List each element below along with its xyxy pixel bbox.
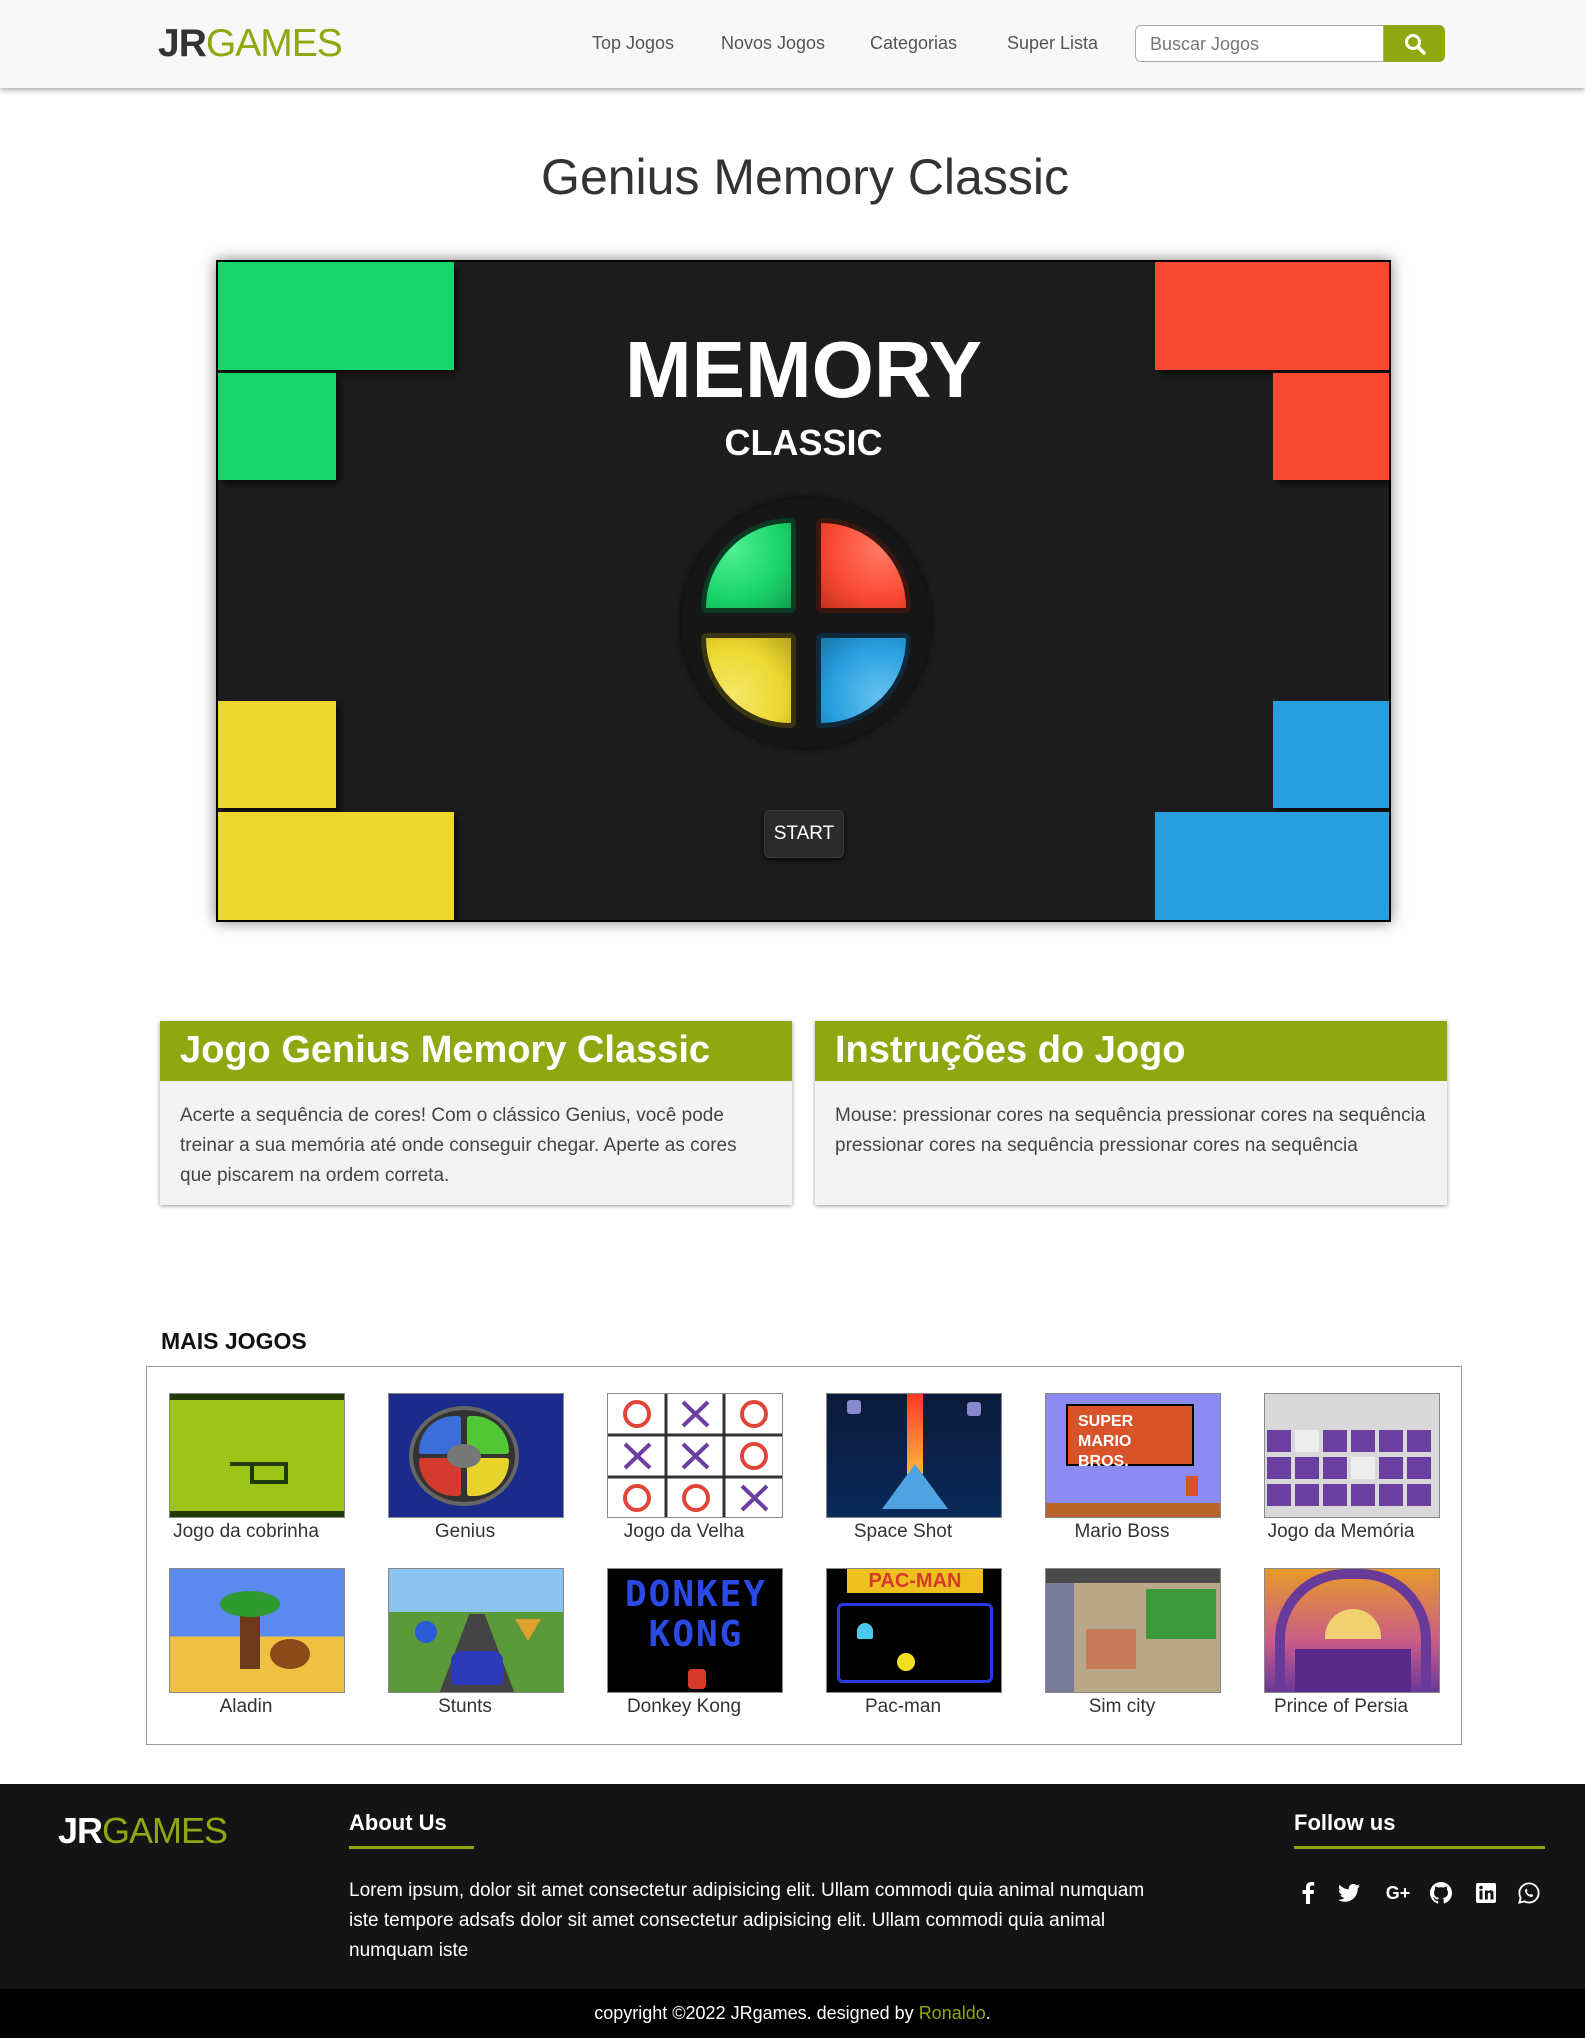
whatsapp-icon[interactable] xyxy=(1516,1880,1542,1906)
about-us-text: Lorem ipsum, dolor sit amet consectetur … xyxy=(349,1880,1145,1961)
game-label-donkey-kong[interactable]: Donkey Kong xyxy=(584,1696,784,1718)
footer-logo[interactable]: JRGAMES xyxy=(58,1810,228,1852)
footer-logo-games-text: GAMES xyxy=(102,1810,228,1851)
more-games-grid: Jogo da cobrinha Genius Jogo da Velha Sp… xyxy=(146,1366,1462,1745)
twitter-icon[interactable] xyxy=(1336,1880,1362,1906)
game-label-aladin[interactable]: Aladin xyxy=(146,1696,346,1718)
instructions-title: Instruções do Jogo xyxy=(815,1021,1447,1081)
game-thumb-aladin[interactable] xyxy=(169,1568,345,1693)
game-canvas[interactable]: MEMORY CLASSIC START xyxy=(216,260,1391,922)
yellow-block-bottom xyxy=(218,812,454,920)
game-label-prince-of-persia[interactable]: Prince of Persia xyxy=(1241,1696,1441,1718)
blue-pad[interactable] xyxy=(816,633,911,728)
game-description-card: Jogo Genius Memory Classic Acerte a sequ… xyxy=(160,1021,792,1205)
site-header: JRGAMES Top Jogos Novos Jogos Categorias… xyxy=(0,0,1585,88)
search-icon xyxy=(1404,33,1426,55)
game-title: MEMORY xyxy=(624,325,983,414)
game-thumb-jogo-da-memoria[interactable] xyxy=(1264,1393,1440,1518)
game-label-stunts[interactable]: Stunts xyxy=(365,1696,565,1718)
game-label-jogo-da-memoria[interactable]: Jogo da Memória xyxy=(1241,1521,1441,1543)
game-thumb-pac-man[interactable]: PAC-MAN xyxy=(826,1568,1002,1693)
search-button[interactable] xyxy=(1384,25,1445,62)
game-thumb-mario-boss[interactable]: SUPER MARIO BROS. xyxy=(1045,1393,1221,1518)
game-thumb-stunts[interactable] xyxy=(388,1568,564,1693)
facebook-icon[interactable] xyxy=(1295,1880,1321,1906)
copyright-period: . xyxy=(985,2003,991,2023)
about-us-heading: About Us xyxy=(349,1810,474,1849)
logo-games-text: GAMES xyxy=(205,22,343,65)
copyright-bar: copyright ©2022 JRgames. designed by Ron… xyxy=(0,1989,1585,2038)
logo-jr-text: JR xyxy=(158,22,207,65)
game-label-genius[interactable]: Genius xyxy=(365,1521,565,1543)
google-plus-icon[interactable]: G+ xyxy=(1381,1880,1415,1906)
game-thumb-genius[interactable] xyxy=(388,1393,564,1518)
game-label-cobrinha[interactable]: Jogo da cobrinha xyxy=(146,1521,346,1543)
simon-board xyxy=(681,498,931,748)
game-thumb-jogo-da-velha[interactable] xyxy=(607,1393,783,1518)
game-label-jogo-da-velha[interactable]: Jogo da Velha xyxy=(584,1521,784,1543)
linkedin-icon[interactable] xyxy=(1473,1880,1499,1906)
footer-logo-jr-text: JR xyxy=(58,1810,103,1851)
search-input[interactable]: Buscar Jogos xyxy=(1135,25,1384,62)
yellow-pad[interactable] xyxy=(701,633,796,728)
game-label-space-shot[interactable]: Space Shot xyxy=(803,1521,1003,1543)
instructions-card: Instruções do Jogo Mouse: pressionar cor… xyxy=(815,1021,1447,1205)
start-button[interactable]: START xyxy=(764,810,844,858)
follow-us-heading: Follow us xyxy=(1294,1810,1545,1849)
more-games-title: MAIS JOGOS xyxy=(161,1328,307,1354)
blue-block-top xyxy=(1273,701,1389,808)
nav-top-jogos[interactable]: Top Jogos xyxy=(592,33,674,54)
site-logo[interactable]: JRGAMES xyxy=(158,22,343,66)
game-description-text: Acerte a sequência de cores! Com o cláss… xyxy=(180,1105,737,1186)
yellow-block-top xyxy=(218,701,336,808)
game-thumb-cobrinha[interactable] xyxy=(169,1393,345,1518)
game-description-title: Jogo Genius Memory Classic xyxy=(160,1021,792,1081)
red-pad[interactable] xyxy=(816,518,911,613)
game-label-sim-city[interactable]: Sim city xyxy=(1022,1696,1222,1718)
copyright-text: copyright ©2022 JRgames. designed by xyxy=(594,2003,919,2023)
github-icon[interactable] xyxy=(1428,1880,1454,1906)
author-link[interactable]: Ronaldo xyxy=(919,2003,986,2024)
game-label-pac-man[interactable]: Pac-man xyxy=(803,1696,1003,1718)
nav-novos-jogos[interactable]: Novos Jogos xyxy=(721,33,825,54)
game-thumb-prince-of-persia[interactable] xyxy=(1264,1568,1440,1693)
nav-categorias[interactable]: Categorias xyxy=(870,33,957,54)
blue-block-bottom xyxy=(1155,812,1389,920)
game-thumb-sim-city[interactable] xyxy=(1045,1568,1221,1693)
green-pad[interactable] xyxy=(701,518,796,613)
nav-super-lista[interactable]: Super Lista xyxy=(1007,33,1098,54)
site-footer: JRGAMES About Us Lorem ipsum, dolor sit … xyxy=(0,1784,1585,1989)
game-subtitle: CLASSIC xyxy=(724,422,883,463)
game-thumb-donkey-kong[interactable]: DONKEY KONG xyxy=(607,1568,783,1693)
instructions-text: Mouse: pressionar cores na sequência pre… xyxy=(835,1105,1426,1156)
game-thumb-space-shot[interactable] xyxy=(826,1393,1002,1518)
page-title: Genius Memory Classic xyxy=(541,149,1069,205)
game-label-mario-boss[interactable]: Mario Boss xyxy=(1022,1521,1222,1543)
